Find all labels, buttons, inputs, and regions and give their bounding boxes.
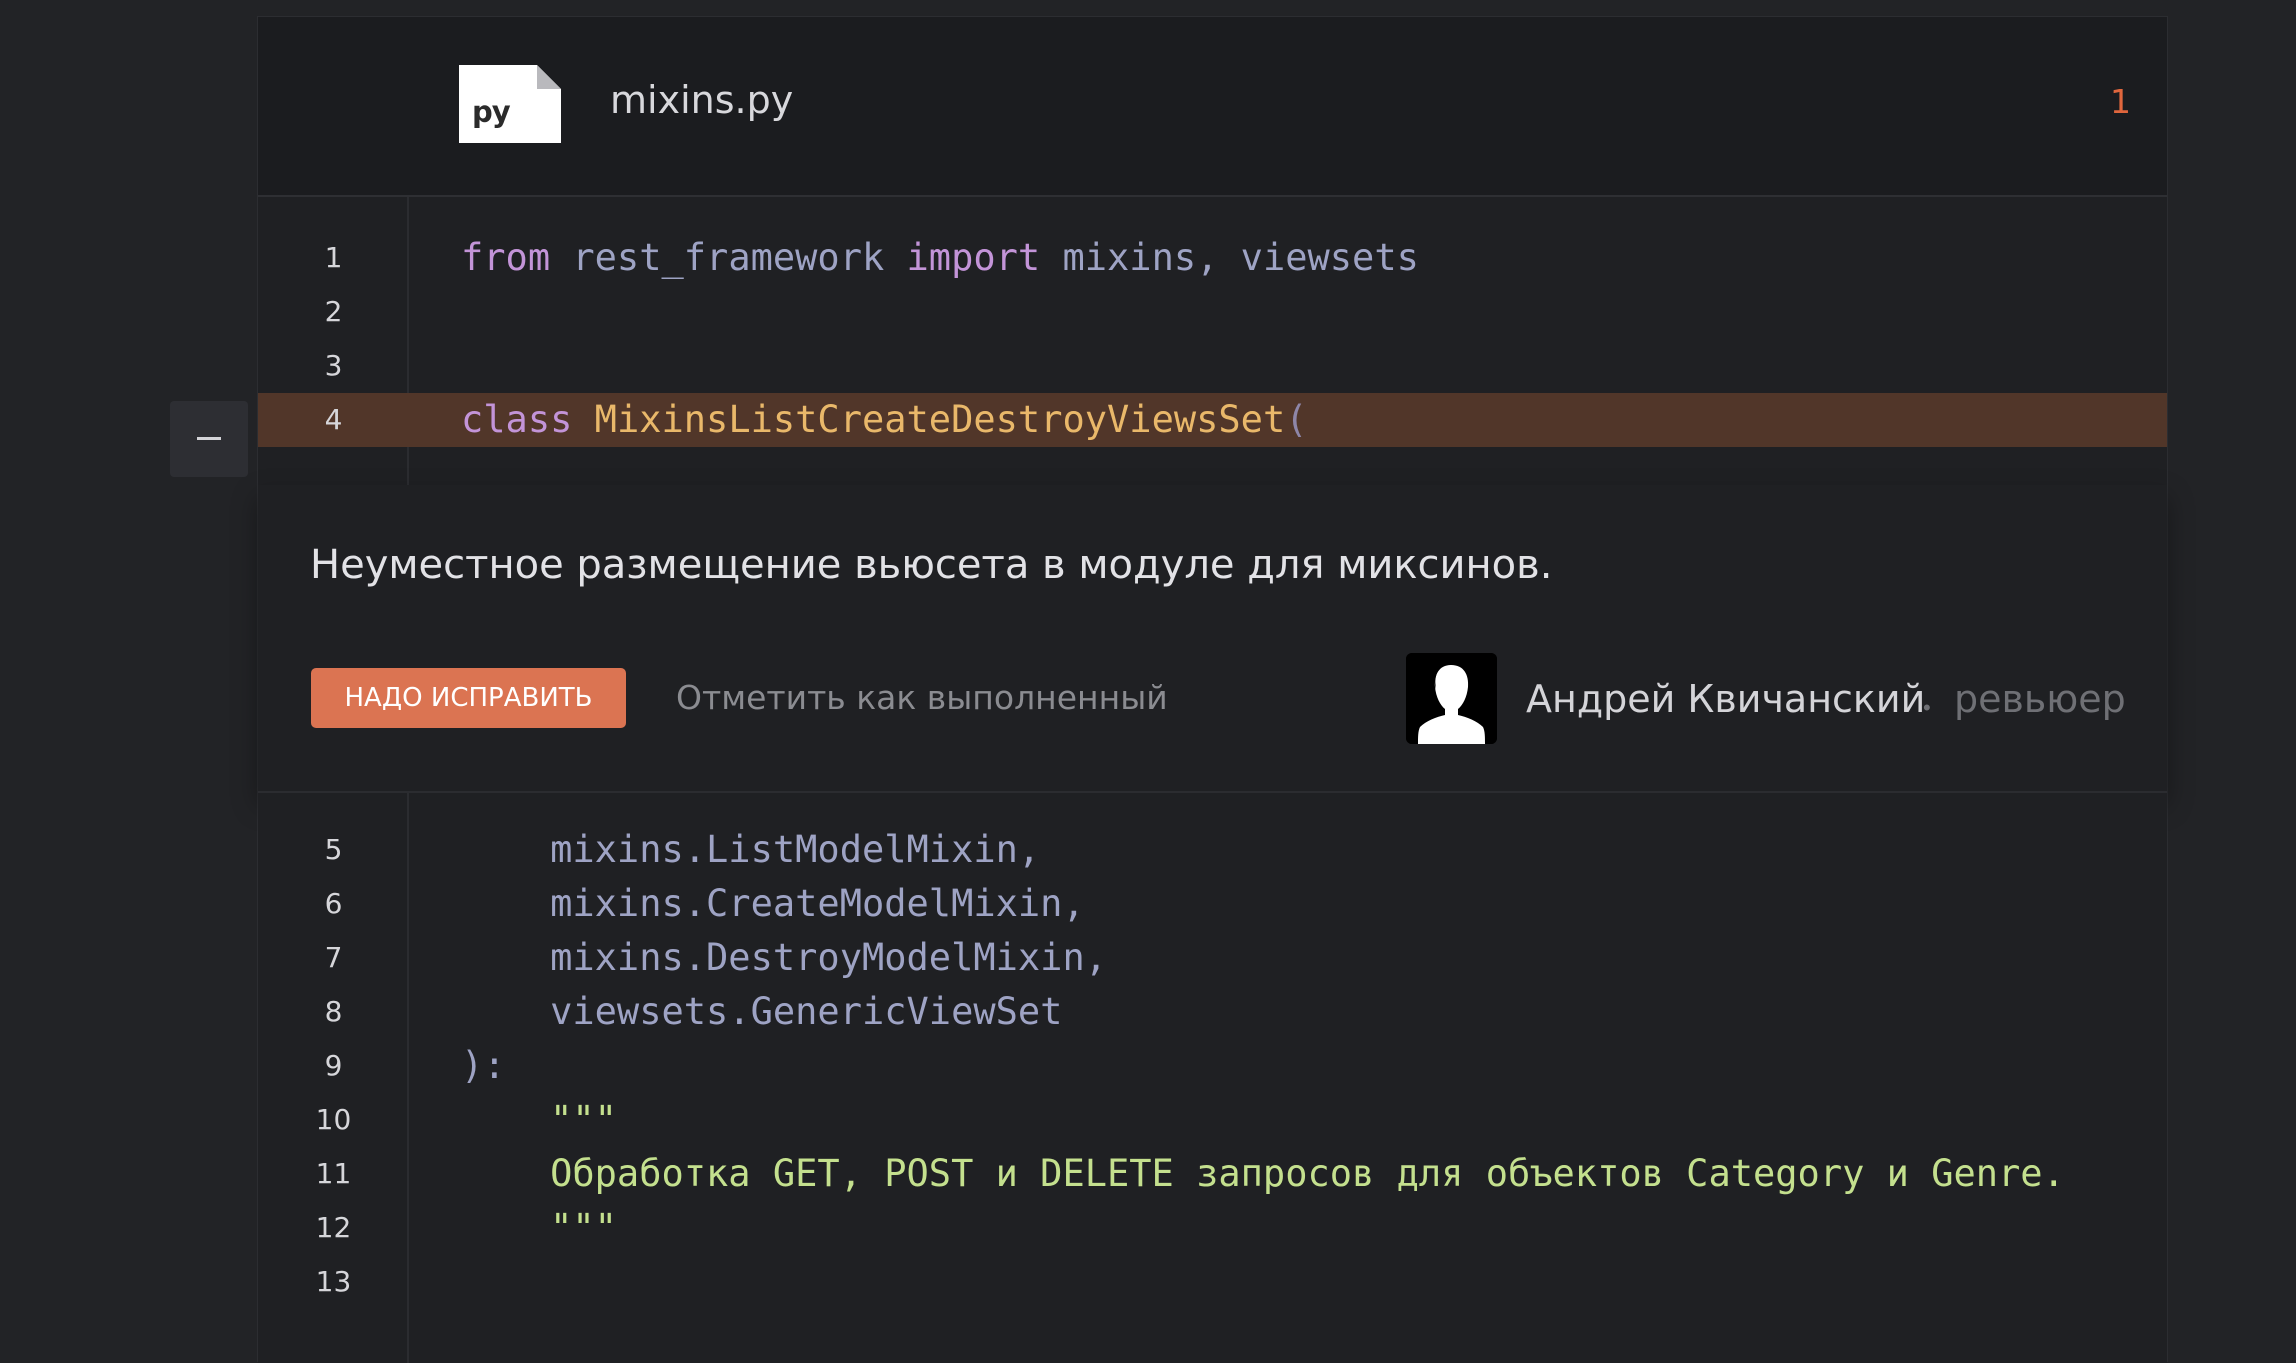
file-name[interactable]: mixins.py (610, 81, 793, 119)
code-token: mixins.ListModelMixin, (461, 828, 1041, 871)
code-token: rest_framework (550, 236, 907, 279)
user-silhouette-icon (1406, 653, 1497, 744)
code-line[interactable]: 1 from rest_framework import mixins, view… (258, 231, 2167, 285)
file-header: py mixins.py 1 (258, 17, 2167, 197)
code-token: mixins.CreateModelMixin, (461, 882, 1085, 925)
code-token: ): (461, 1044, 506, 1087)
line-number[interactable]: 1 (258, 231, 409, 285)
code-line[interactable]: 12 """ (258, 1201, 2167, 1255)
mark-as-done-link[interactable]: Отметить как выполненный (676, 678, 1168, 718)
code-line[interactable]: 8 viewsets.GenericViewSet (258, 985, 2167, 1039)
code-text: mixins.ListModelMixin, (461, 823, 1040, 877)
code-block-top: 1 from rest_framework import mixins, view… (258, 197, 2167, 485)
line-number[interactable]: 7 (258, 931, 409, 985)
reviewer-name[interactable]: Андрей Квичанский (1526, 677, 1925, 723)
file-extension-label: py (472, 95, 511, 129)
line-number[interactable]: 3 (258, 339, 409, 393)
code-line[interactable]: 13 (258, 1255, 2167, 1309)
code-line[interactable]: 2 (258, 285, 2167, 339)
code-token: class (461, 398, 573, 441)
code-line[interactable]: 6 mixins.CreateModelMixin, (258, 877, 2167, 931)
line-number[interactable]: 9 (258, 1039, 409, 1093)
code-token: mixins, viewsets (1040, 236, 1419, 279)
code-block-bottom: 5 mixins.ListModelMixin, 6 mixins.CreateM… (258, 793, 2167, 1363)
line-number[interactable]: 8 (258, 985, 409, 1039)
code-text: ): (461, 1039, 506, 1093)
reviewer-role: ревьюер (1954, 677, 2126, 721)
line-number[interactable]: 2 (258, 285, 409, 339)
code-line[interactable]: 10 """ (258, 1093, 2167, 1147)
code-text: mixins.DestroyModelMixin, (461, 931, 1107, 985)
line-number[interactable]: 4 (258, 393, 409, 447)
code-token: mixins.DestroyModelMixin, (461, 936, 1108, 979)
code-line[interactable]: 11 Обработка GET, POST и DELETE запросов… (258, 1147, 2167, 1201)
reviewer-avatar (1406, 653, 1497, 744)
code-text: """ (461, 1093, 617, 1147)
code-text: """ (461, 1201, 617, 1255)
code-token: import (906, 236, 1041, 279)
needs-fix-status-button[interactable]: НАДО ИСПРАВИТЬ (311, 668, 626, 728)
code-token: """ (461, 1098, 617, 1141)
code-text: from rest_framework import mixins, views… (461, 231, 1419, 285)
code-token: ( (1285, 398, 1308, 441)
comment-text: Неуместное размещение вьюсета в модуле д… (310, 542, 1553, 588)
collapse-comment-button[interactable] (170, 401, 248, 477)
minus-icon (197, 437, 221, 440)
code-token: """ (461, 1206, 617, 1249)
code-line[interactable]: 4 class MixinsListCreateDestroyViewsSet( (258, 393, 2167, 447)
code-line[interactable]: 5 mixins.ListModelMixin, (258, 823, 2167, 877)
code-text: viewsets.GenericViewSet (461, 985, 1062, 1039)
code-line[interactable]: 7 mixins.DestroyModelMixin, (258, 931, 2167, 985)
line-number[interactable]: 10 (258, 1093, 409, 1147)
code-text: class MixinsListCreateDestroyViewsSet( (461, 393, 1308, 447)
separator-dot: • (1923, 695, 1931, 720)
code-token: from (461, 236, 551, 279)
code-text: Обработка GET, POST и DELETE запросов дл… (461, 1147, 2065, 1201)
line-number[interactable]: 13 (258, 1255, 409, 1309)
line-number[interactable]: 11 (258, 1147, 409, 1201)
line-number[interactable]: 12 (258, 1201, 409, 1255)
review-comment: Неуместное размещение вьюсета в модуле д… (258, 485, 2167, 793)
comment-count-badge: 1 (2110, 82, 2131, 121)
line-number[interactable]: 5 (258, 823, 409, 877)
code-text: mixins.CreateModelMixin, (461, 877, 1085, 931)
code-token: MixinsListCreateDestroyViewsSet (594, 398, 1286, 441)
python-file-icon: py (459, 65, 561, 143)
file-review-panel: py mixins.py 1 1 from rest_framework impo… (257, 16, 2168, 1363)
code-line[interactable]: 9): (258, 1039, 2167, 1093)
line-number[interactable]: 6 (258, 877, 409, 931)
code-token: viewsets.GenericViewSet (461, 990, 1063, 1033)
code-token: Обработка GET, POST и DELETE запросов дл… (461, 1152, 2065, 1195)
code-line[interactable]: 3 (258, 339, 2167, 393)
